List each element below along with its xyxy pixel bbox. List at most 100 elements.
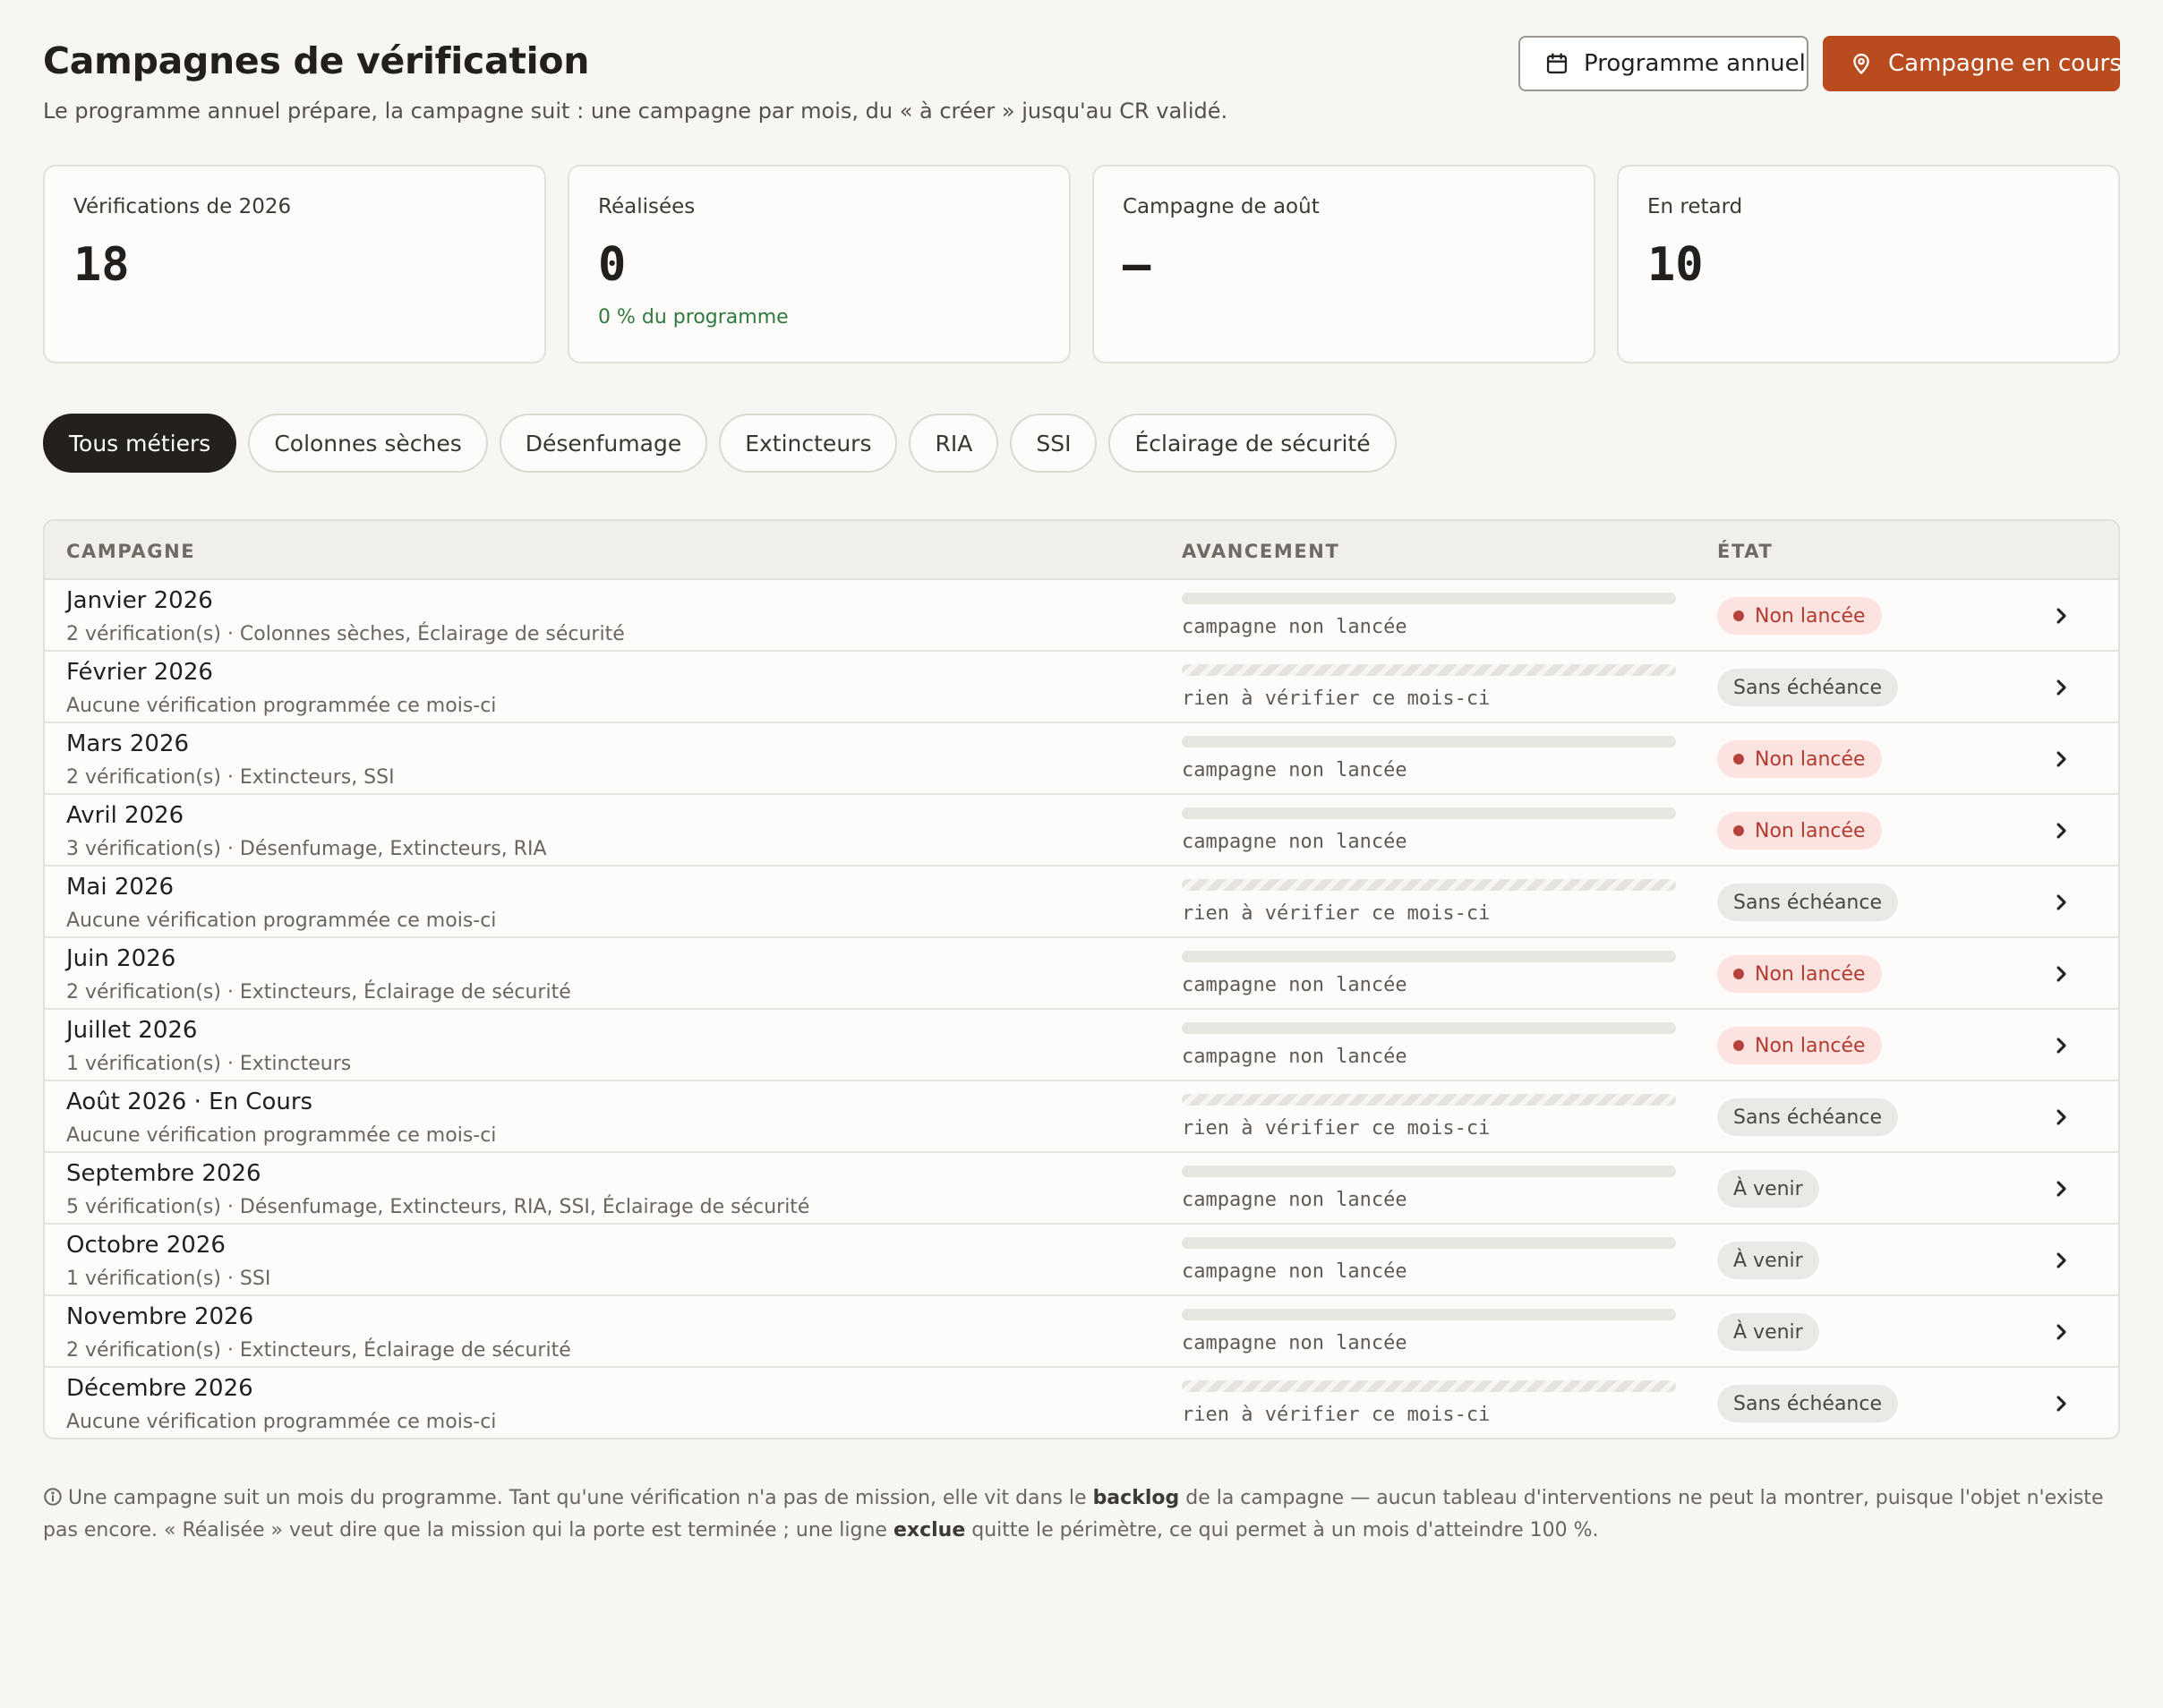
campagne-en-cours-button[interactable]: Campagne en cours [1823, 36, 2122, 91]
footnote-exclue: exclue [893, 1519, 966, 1541]
chevron-right-icon[interactable] [2048, 603, 2073, 628]
campaign-title: Septembre 2026 [66, 1160, 261, 1187]
campaign-description: 2 vérification(s) · Extincteurs, Éclaira… [66, 981, 571, 1003]
chevron-right-icon[interactable] [2048, 1319, 2073, 1345]
stat-card-realisees: Réalisées 0 0 % du programme [568, 165, 1071, 363]
column-header-campagne[interactable]: CAMPAGNE [66, 541, 195, 562]
progress-bar [1182, 1022, 1676, 1034]
table-row[interactable]: Septembre 2026 5 vérification(s) · Désenf… [45, 1153, 2118, 1225]
campaign-description: Aucune vérification programmée ce mois-c… [66, 1411, 497, 1433]
progress-text: campagne non lancée [1182, 831, 1407, 853]
table-row[interactable]: Mars 2026 2 vérification(s) · Extincteurs… [45, 723, 2118, 795]
chevron-right-icon[interactable] [2048, 675, 2073, 700]
stat-value: 18 [73, 238, 130, 292]
campaign-description: 5 vérification(s) · Désenfumage, Extinct… [66, 1196, 810, 1218]
filter-chips: Tous métiers Colonnes sèches Désenfumage Ex… [43, 414, 1397, 473]
stat-cards: Vérifications de 2026 18 Réalisées 0 0 %… [43, 165, 2120, 363]
chevron-right-icon[interactable] [2048, 890, 2073, 915]
filter-chip[interactable]: Extincteurs [719, 414, 898, 473]
table-row[interactable]: Février 2026 Aucune vérification programm… [45, 652, 2118, 723]
progress-text: rien à vérifier ce mois-ci [1182, 687, 1491, 710]
stat-card-campagne-aout: Campagne de août — [1092, 165, 1595, 363]
table-row[interactable]: Novembre 2026 2 vérification(s) · Extinct… [45, 1296, 2118, 1368]
chevron-right-icon[interactable] [2048, 747, 2073, 772]
table-row[interactable]: Octobre 2026 1 vérification(s) · SSI campa… [45, 1225, 2118, 1296]
status-badge: Non lancée [1717, 955, 1882, 993]
progress-text: campagne non lancée [1182, 974, 1407, 996]
table-row[interactable]: Décembre 2026 Aucune vérification program… [45, 1368, 2118, 1438]
stat-label: Vérifications de 2026 [73, 195, 292, 218]
stat-label: Campagne de août [1123, 195, 1320, 218]
status-badge: À venir [1717, 1313, 1819, 1351]
status-dot-icon [1733, 611, 1744, 621]
progress-bar [1182, 736, 1676, 747]
table-row[interactable]: Juin 2026 2 vérification(s) · Extincteurs… [45, 938, 2118, 1010]
progress-text: rien à vérifier ce mois-ci [1182, 902, 1491, 925]
table-row[interactable]: Juillet 2026 1 vérification(s) · Extincte… [45, 1010, 2118, 1081]
table-row[interactable]: Août 2026 · En Cours Aucune vérification … [45, 1081, 2118, 1153]
progress-bar [1182, 664, 1676, 676]
footnote-text-3: quitte le périmètre, ce qui permet à un … [965, 1519, 1599, 1541]
status-badge: Non lancée [1717, 597, 1882, 635]
progress-text: rien à vérifier ce mois-ci [1182, 1404, 1491, 1426]
filter-chip[interactable]: Colonnes sèches [248, 414, 488, 473]
table-row[interactable]: Mai 2026 Aucune vérification programmée c… [45, 867, 2118, 938]
campaign-title: Juillet 2026 [66, 1017, 198, 1044]
campaign-description: Aucune vérification programmée ce mois-c… [66, 910, 497, 932]
status-dot-icon [1733, 754, 1744, 764]
chevron-right-icon[interactable] [2048, 1391, 2073, 1416]
progress-text: rien à vérifier ce mois-ci [1182, 1117, 1491, 1140]
progress-bar [1182, 807, 1676, 819]
chevron-right-icon[interactable] [2048, 818, 2073, 843]
table-header: CAMPAGNE AVANCEMENT ÉTAT [45, 521, 2118, 580]
campaign-description: 2 vérification(s) · Extincteurs, Éclaira… [66, 1339, 571, 1362]
column-header-etat[interactable]: ÉTAT [1717, 541, 1773, 562]
campaign-title: Avril 2026 [66, 802, 184, 829]
footnote: Une campagne suit un mois du programme. … [43, 1482, 2120, 1547]
campaign-description: 1 vérification(s) · SSI [66, 1268, 271, 1290]
campaign-title: Février 2026 [66, 659, 213, 686]
filter-chip[interactable]: RIA [909, 414, 999, 473]
page: Campagnes de vérification Le programme a… [0, 0, 2163, 1708]
status-badge: Sans échéance [1717, 1098, 1899, 1136]
status-label: Sans échéance [1733, 891, 1883, 914]
progress-bar [1182, 593, 1676, 604]
status-label: Non lancée [1755, 962, 1866, 986]
status-badge: Sans échéance [1717, 884, 1899, 921]
programme-annuel-label: Programme annuel [1584, 50, 1806, 77]
campaign-title: Octobre 2026 [66, 1232, 226, 1259]
filter-chip[interactable]: Désenfumage [499, 414, 708, 473]
filter-chip[interactable]: Tous métiers [43, 414, 237, 473]
campaign-description: 3 vérification(s) · Désenfumage, Extinct… [66, 838, 547, 860]
campaign-description: 2 vérification(s) · Colonnes sèches, Écl… [66, 623, 625, 645]
map-pin-icon [1849, 51, 1874, 76]
chevron-right-icon[interactable] [2048, 961, 2073, 986]
campaign-title: Juin 2026 [66, 945, 176, 972]
progress-bar [1182, 1309, 1676, 1320]
status-badge: Sans échéance [1717, 669, 1899, 706]
chevron-right-icon[interactable] [2048, 1176, 2073, 1201]
campaign-description: 1 vérification(s) · Extincteurs [66, 1053, 352, 1075]
chevron-right-icon[interactable] [2048, 1248, 2073, 1273]
filter-chip[interactable]: SSI [1010, 414, 1098, 473]
table-row[interactable]: Janvier 2026 2 vérification(s) · Colonnes… [45, 580, 2118, 652]
chevron-right-icon[interactable] [2048, 1033, 2073, 1058]
table-row[interactable]: Avril 2026 3 vérification(s) · Désenfumag… [45, 795, 2118, 867]
status-label: Sans échéance [1733, 1392, 1883, 1415]
progress-bar [1182, 1237, 1676, 1249]
progress-text: campagne non lancée [1182, 759, 1407, 781]
status-label: Non lancée [1755, 1034, 1866, 1057]
stat-value: — [1123, 238, 1151, 292]
column-header-avancement[interactable]: AVANCEMENT [1182, 541, 1339, 562]
progress-text: campagne non lancée [1182, 1260, 1407, 1283]
page-title: Campagnes de vérification [43, 39, 590, 82]
status-dot-icon [1733, 969, 1744, 979]
campaign-description: Aucune vérification programmée ce mois-c… [66, 695, 497, 717]
filter-chip[interactable]: Éclairage de sécurité [1108, 414, 1397, 473]
progress-text: campagne non lancée [1182, 616, 1407, 638]
stat-sub: 0 % du programme [598, 306, 789, 329]
chevron-right-icon[interactable] [2048, 1105, 2073, 1130]
programme-annuel-button[interactable]: Programme annuel [1518, 36, 1808, 91]
campaign-title: Janvier 2026 [66, 587, 213, 614]
status-label: Non lancée [1755, 747, 1866, 771]
